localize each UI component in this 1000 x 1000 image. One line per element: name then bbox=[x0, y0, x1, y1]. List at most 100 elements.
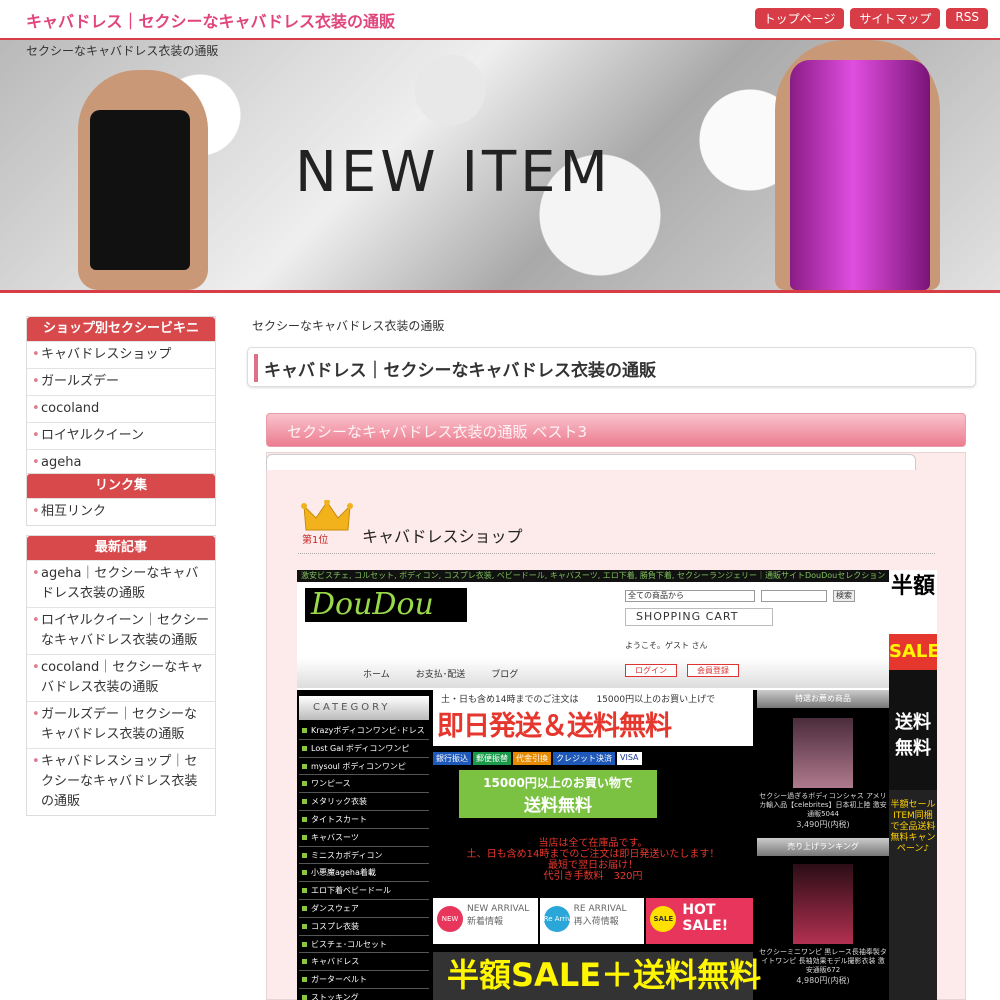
rank-badge-text: 第1位 bbox=[302, 533, 328, 545]
sidebar-item-girlsday[interactable]: ガールズデー bbox=[27, 368, 215, 395]
recent-article-item[interactable]: キャバドレスショップ｜セクシーなキャバドレス衣装の通販 bbox=[27, 748, 215, 815]
shop-payment-badges: 銀行振込 郵便振替 代金引換 クレジット決済 VISA bbox=[433, 752, 642, 765]
tile-line2: 新着情報 bbox=[467, 917, 504, 927]
breadcrumb[interactable]: セクシーなキャバドレス衣装の通販 bbox=[252, 317, 444, 334]
nav-sitemap-button[interactable]: サイトマップ bbox=[850, 8, 941, 29]
ranking-product-text: セクシーミニワンピ 黒レース長袖奉製タイトワンピ 長袖効果モデル撮影衣装 激安通… bbox=[759, 948, 887, 974]
shop-center: 土・日も含め14時までのご注文は 15000円以上のお買い上げで 即日発送＆送料… bbox=[433, 690, 761, 1000]
side-free: 送料無料 bbox=[889, 670, 937, 790]
shop-category-item: キャバドレス bbox=[299, 953, 429, 972]
tile-line2: SALE! bbox=[682, 918, 729, 934]
page-title-box: キャバドレス｜セクシーなキャバドレス衣装の通販 bbox=[247, 347, 976, 387]
sidebar-recent: 最新記事 ageha｜セクシーなキャバドレス衣装の通販 ロイヤルクイーン｜セクシ… bbox=[26, 535, 216, 816]
sidebar-item-royal-queen[interactable]: ロイヤルクイーン bbox=[27, 422, 215, 449]
top-nav: トップページ サイトマップ RSS bbox=[754, 8, 988, 29]
side-half: 半額 bbox=[889, 570, 937, 634]
notice-line: 当店は全て在庫品です。 bbox=[538, 838, 648, 849]
new-badge-icon: NEW bbox=[437, 906, 463, 932]
best3-title: セクシーなキャバドレス衣装の通販 ベスト3 bbox=[287, 423, 588, 441]
notice-line: 土、日も含め14時までのご注文は即日発送いたします！ bbox=[466, 849, 720, 860]
visa-icon: VISA bbox=[617, 752, 642, 765]
shop-category-item: ビスチェ･コルセット bbox=[299, 935, 429, 954]
shop-search-button: 検索 bbox=[833, 590, 855, 602]
hot-sale-tile: SALE HOT SALE! bbox=[646, 898, 754, 944]
page-title: キャバドレス｜セクシーなキャバドレス衣装の通販 bbox=[264, 361, 657, 381]
shop-tiles: NEW NEW ARRIVAL 新着情報 Re Arrival RE ARRIV… bbox=[433, 898, 754, 944]
shop-promo-main: 即日発送＆送料無料 bbox=[437, 711, 672, 742]
notice-line: 代引き手数料 320円 bbox=[543, 871, 643, 882]
site-title[interactable]: キャバドレス｜セクシーなキャバドレス衣装の通販 bbox=[26, 8, 395, 32]
banner-divider bbox=[0, 290, 1000, 293]
banner-pink-dress bbox=[790, 60, 930, 290]
re-arrival-badge-icon: Re Arrival bbox=[543, 906, 578, 932]
shop-category-item: 小悪魔ageha着載 bbox=[299, 864, 429, 883]
sale-badge-icon: SALE bbox=[650, 906, 677, 932]
pay-badge: 郵便振替 bbox=[473, 752, 511, 765]
pay-badge: 代金引換 bbox=[513, 752, 551, 765]
site-header: キャバドレス｜セクシーなキャバドレス衣装の通販 トップページ サイトマップ RS… bbox=[0, 0, 1000, 40]
tile-line1: RE ARRIVAL bbox=[573, 904, 627, 914]
shop-right-column: 特選お薦め商品 セクシー過ぎるボディコンシャス アメリカ輸入品【celebrit… bbox=[757, 690, 889, 1000]
pay-badge: クレジット決済 bbox=[553, 752, 615, 765]
new-arrival-tile: NEW NEW ARRIVAL 新着情報 bbox=[433, 898, 538, 944]
hero-banner: セクシーなキャバドレス衣装の通販 NEW ITEM bbox=[0, 40, 1000, 290]
recent-article-item[interactable]: ガールズデー｜セクシーなキャバドレス衣装の通販 bbox=[27, 701, 215, 748]
shop-screenshot-link[interactable]: 激安ビスチェ, コルセット, ボディコン, コスプレ衣装, ベビードール, キャ… bbox=[297, 570, 937, 1000]
free-ship-main: 送料無料 bbox=[524, 796, 592, 816]
shop-category-head: CATEGORY bbox=[299, 696, 429, 720]
free-ship-top: 15000円以上のお買い物で bbox=[483, 776, 633, 790]
recommend-head: 特選お薦め商品 bbox=[757, 690, 889, 708]
shop-search-input bbox=[761, 590, 827, 602]
recent-article-item[interactable]: cocoland｜セクシーなキャバドレス衣装の通販 bbox=[27, 654, 215, 701]
sidebar-item-cocoland[interactable]: cocoland bbox=[27, 395, 215, 422]
banner-black-dress bbox=[90, 110, 190, 270]
sidebar-shops: ショップ別セクシービキニ キャバドレスショップ ガールズデー cocoland … bbox=[26, 316, 216, 477]
recent-article-item[interactable]: ageha｜セクシーなキャバドレス衣装の通販 bbox=[27, 560, 215, 607]
shop-notice: 当店は全て在庫品です。 土、日も含め14時までのご注文は即日発送いたします！ 最… bbox=[433, 838, 753, 882]
rank-divider bbox=[298, 553, 935, 554]
nav-top-page-button[interactable]: トップページ bbox=[754, 8, 845, 29]
shop-category-item: キャバスーツ bbox=[299, 828, 429, 847]
shop-category-item: Krazyボディコンワンピ･ドレス bbox=[299, 722, 429, 740]
shop-halfsale-banner: 半額SALE＋送料無料 bbox=[433, 952, 761, 1000]
recent-article-item[interactable]: ロイヤルクイーン｜セクシーなキャバドレス衣装の通販 bbox=[27, 607, 215, 654]
recommend-product-text: セクシー過ぎるボディコンシャス アメリカ輸入品【celebrites】日本初上陸… bbox=[759, 792, 887, 818]
shop-free-ship-banner: 15000円以上のお買い物で 送料無料 bbox=[459, 770, 657, 818]
shop-side-banner: 半額 SALE 送料無料 半額セールITEM同梱で全品送料無料キャンペーン♪ bbox=[889, 570, 937, 1000]
sidebar-item-mutual-link[interactable]: 相互リンク bbox=[27, 498, 215, 525]
re-arrival-tile: Re Arrival RE ARRIVAL 再入荷情報 bbox=[539, 898, 645, 944]
shop-login-button: ログイン bbox=[625, 664, 677, 677]
shop-menu-blog: ブログ bbox=[491, 669, 519, 680]
sidebar-item-ageha[interactable]: ageha bbox=[27, 449, 215, 476]
side-sale: SALE bbox=[889, 634, 937, 670]
ranking-product-image bbox=[793, 864, 853, 944]
shop-promo: 土・日も含め14時までのご注文は 15000円以上のお買い上げで 即日発送＆送料… bbox=[433, 690, 753, 746]
rank-crown-icon: 第1位 bbox=[301, 500, 353, 545]
shop-category-select: 全ての商品から bbox=[625, 590, 755, 602]
shop-topbar: 激安ビスチェ, コルセット, ボディコン, コスプレ衣装, ベビードール, キャ… bbox=[297, 570, 889, 582]
shop-category-list: Krazyボディコンワンピ･ドレス Lost Gal ボディコンワンピ mysoul… bbox=[299, 722, 429, 1000]
sidebar-recent-title: 最新記事 bbox=[27, 536, 215, 560]
shop-category-item: エロ下着ベビードール bbox=[299, 882, 429, 900]
nav-rss-button[interactable]: RSS bbox=[946, 8, 988, 29]
ranking-panel-tab bbox=[266, 454, 916, 470]
rank1-shop-name[interactable]: キャバドレスショップ bbox=[362, 523, 522, 547]
sidebar-item-cabadress-shop[interactable]: キャバドレスショップ bbox=[27, 341, 215, 368]
sidebar-links: リンク集 相互リンク bbox=[26, 473, 216, 526]
notice-line: 最短で翌日お届け！ bbox=[548, 860, 638, 871]
banner-subtitle: セクシーなキャバドレス衣装の通販 bbox=[26, 44, 219, 58]
shop-menu-home: ホーム bbox=[363, 669, 390, 680]
shop-category-item: コスプレ衣装 bbox=[299, 917, 429, 936]
tile-line1: HOT bbox=[682, 902, 716, 918]
shop-category-item: Lost Gal ボディコンワンピ bbox=[299, 739, 429, 758]
shop-category-item: ミニスカボディコン bbox=[299, 846, 429, 865]
shop-logo: DouDou bbox=[305, 588, 467, 622]
shop-category-item: ダンスウェア bbox=[299, 899, 429, 918]
shop-welcome: ようこそ。ゲスト さん bbox=[625, 641, 708, 650]
recommend-price: 3,490円(内税) bbox=[796, 820, 850, 829]
title-accent-bar bbox=[254, 354, 258, 382]
best3-header: セクシーなキャバドレス衣装の通販 ベスト3 bbox=[266, 413, 966, 447]
sidebar-links-title: リンク集 bbox=[27, 474, 215, 498]
pay-badge: 銀行振込 bbox=[433, 752, 471, 765]
shop-category-item: ワンピース bbox=[299, 775, 429, 794]
